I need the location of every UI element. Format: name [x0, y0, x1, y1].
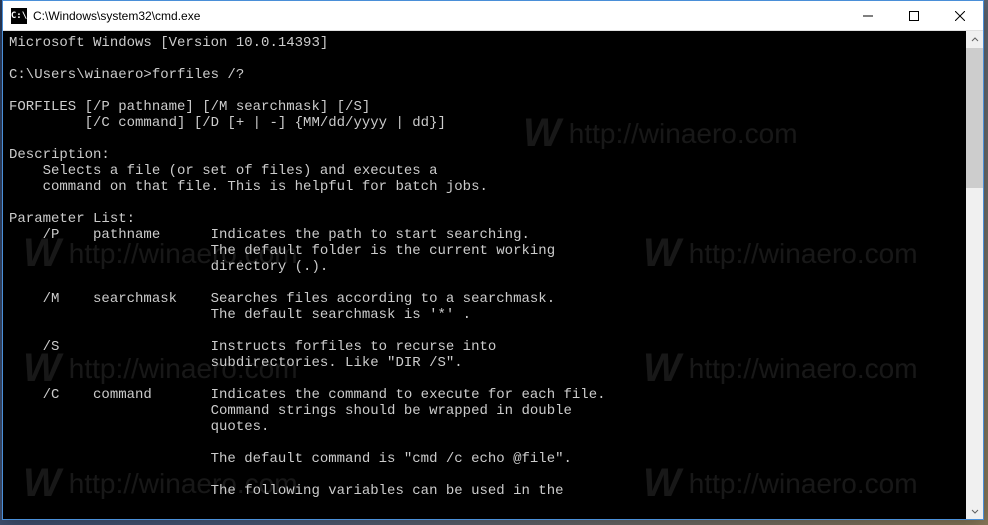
window-title: C:\Windows\system32\cmd.exe	[33, 9, 845, 23]
scrollbar-thumb[interactable]	[966, 48, 983, 188]
scrollbar-track[interactable]	[966, 48, 983, 502]
cmd-window: C:\ C:\Windows\system32\cmd.exe Microsof…	[2, 0, 984, 520]
maximize-button[interactable]	[891, 1, 937, 30]
chevron-up-icon	[971, 36, 979, 44]
console-output[interactable]: Microsoft Windows [Version 10.0.14393] C…	[3, 31, 966, 519]
console-area: Microsoft Windows [Version 10.0.14393] C…	[3, 31, 983, 519]
window-controls	[845, 1, 983, 30]
maximize-icon	[909, 11, 919, 21]
titlebar[interactable]: C:\ C:\Windows\system32\cmd.exe	[3, 1, 983, 31]
scroll-up-button[interactable]	[966, 31, 983, 48]
close-icon	[955, 11, 965, 21]
vertical-scrollbar[interactable]	[966, 31, 983, 519]
chevron-down-icon	[971, 507, 979, 515]
close-button[interactable]	[937, 1, 983, 30]
app-icon: C:\	[11, 8, 27, 24]
minimize-button[interactable]	[845, 1, 891, 30]
scroll-down-button[interactable]	[966, 502, 983, 519]
minimize-icon	[863, 11, 873, 21]
